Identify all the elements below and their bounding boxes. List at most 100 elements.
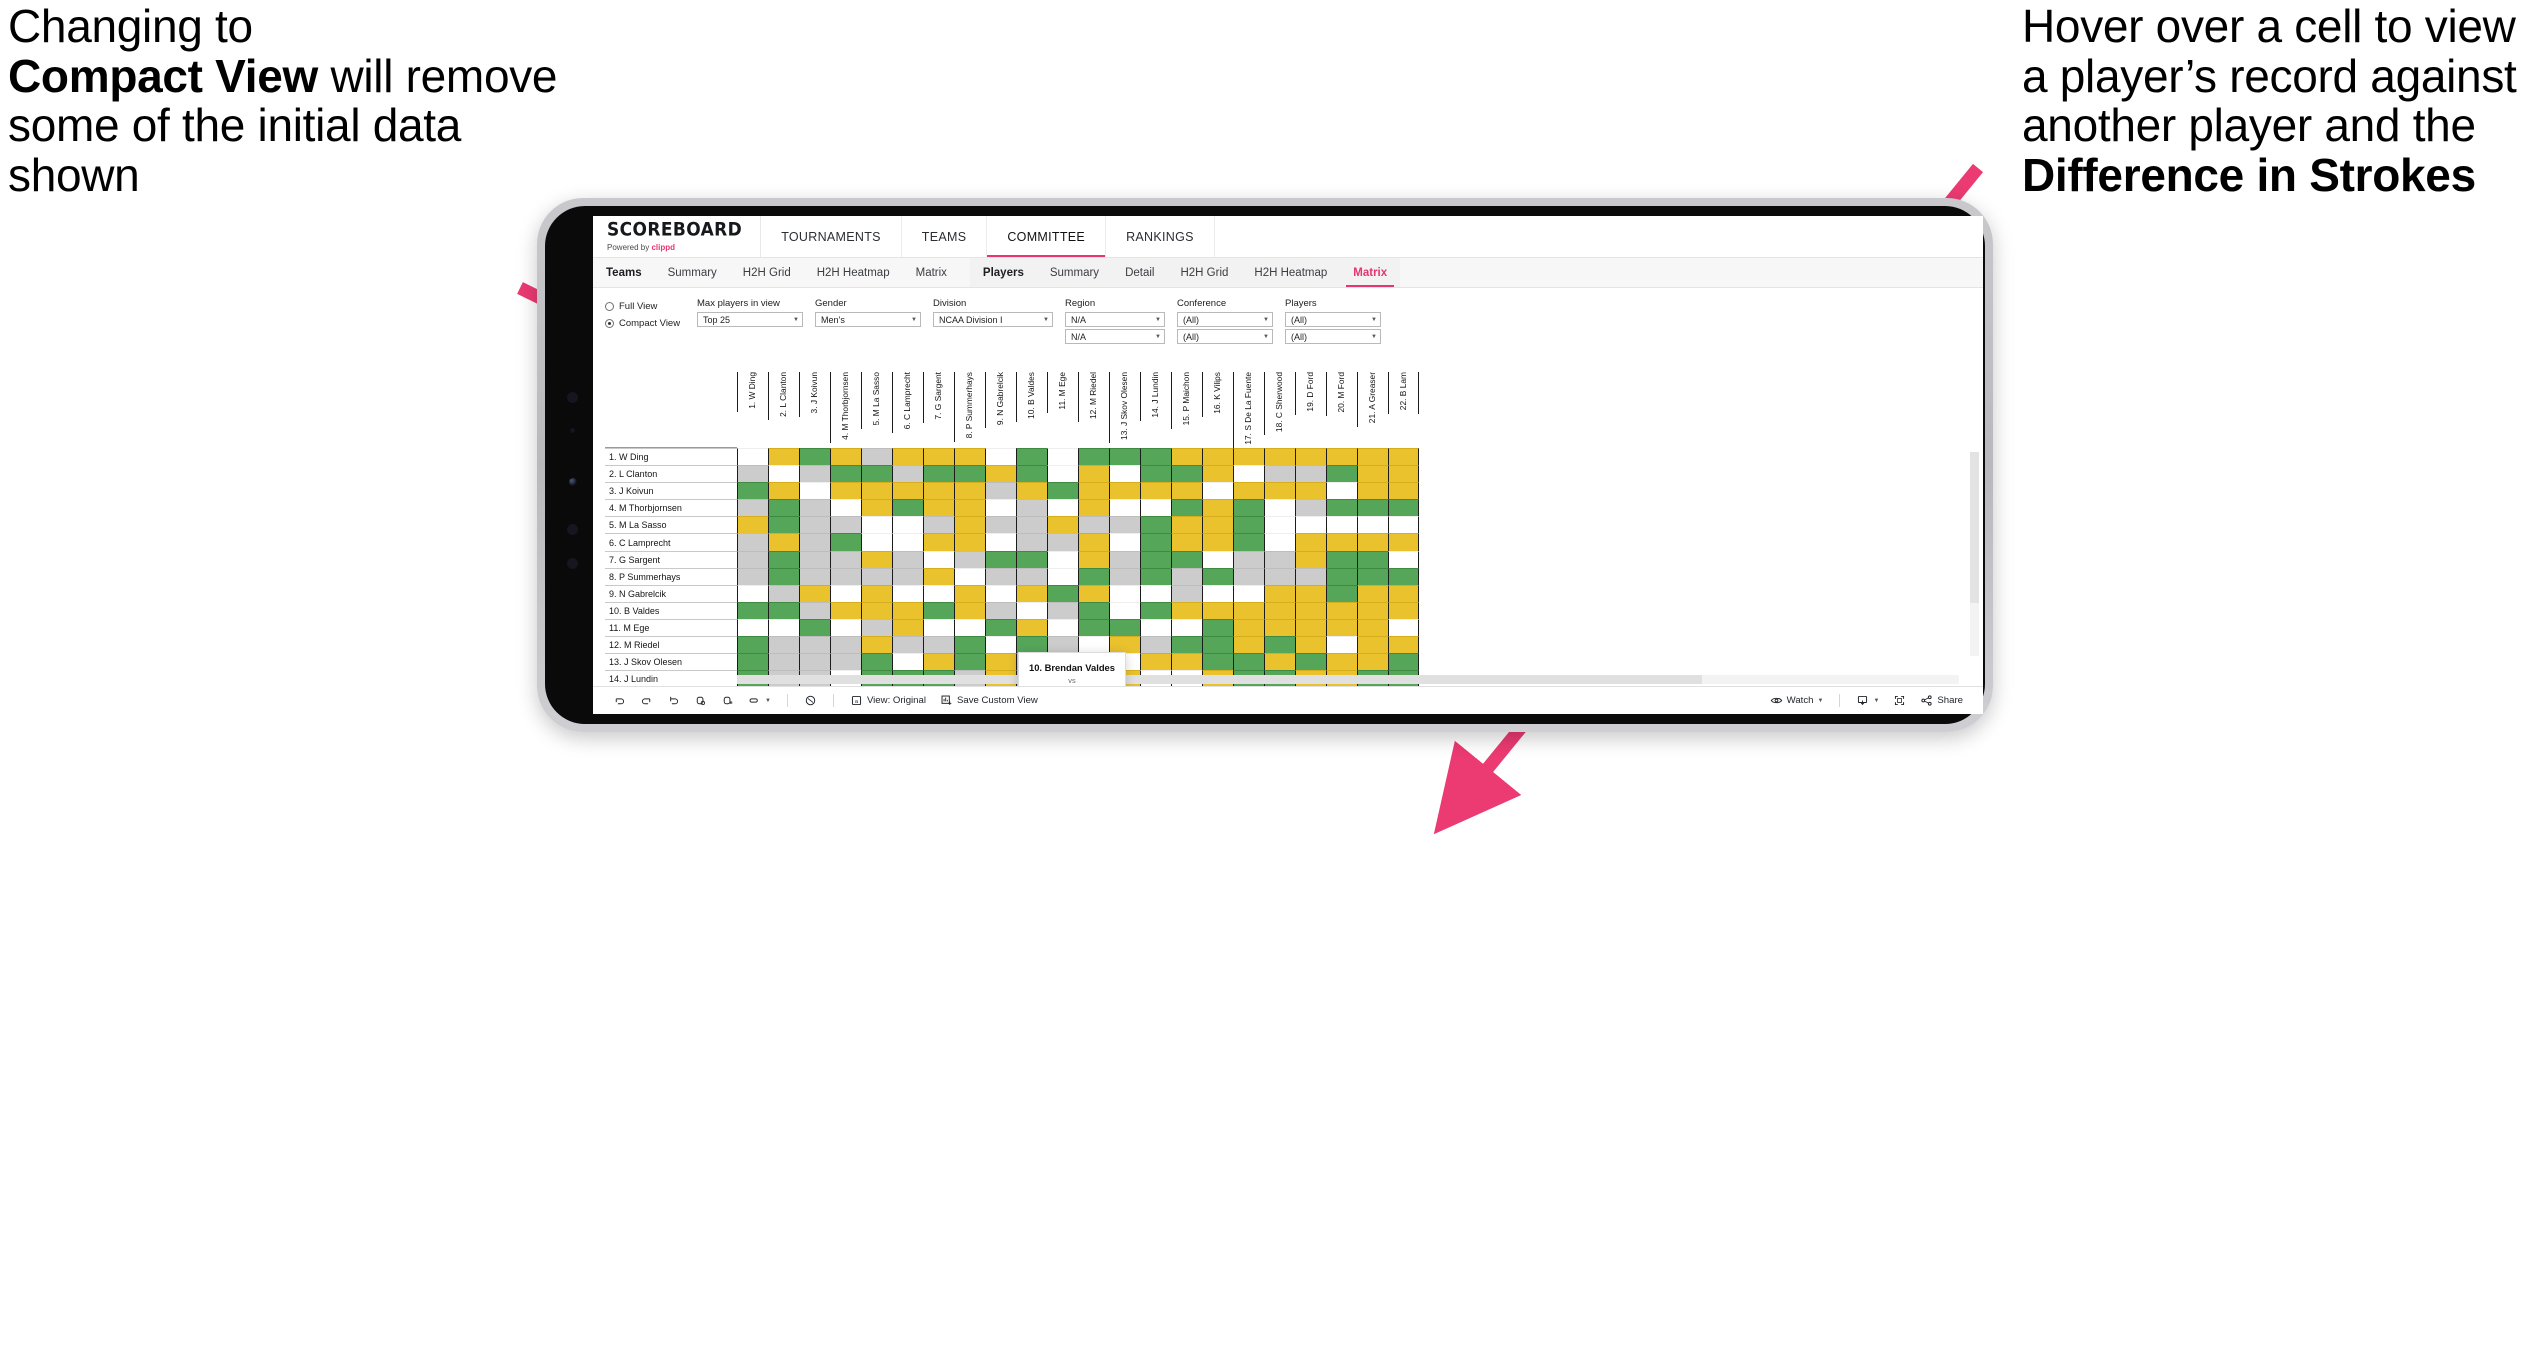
matrix-cell[interactable] [1264,465,1295,483]
matrix-cell[interactable] [1233,465,1264,483]
matrix-cell[interactable] [892,533,923,551]
matrix-cell[interactable] [768,618,799,637]
matrix-cell[interactable] [1171,653,1202,671]
matrix-cell[interactable] [1264,482,1295,500]
matrix-cell[interactable] [1016,482,1047,500]
matrix-cell[interactable] [1109,465,1140,483]
matrix-cell[interactable] [892,653,923,671]
matrix-cell[interactable] [1295,618,1326,637]
matrix-cell[interactable] [830,584,861,602]
matrix-cell[interactable] [1295,448,1326,466]
matrix-cell[interactable] [1326,516,1357,534]
matrix-cell[interactable] [830,636,861,654]
matrix-cell[interactable] [1326,533,1357,551]
matrix-cell[interactable] [1388,584,1419,602]
matrix-cell[interactable] [1326,465,1357,483]
brand-logo[interactable]: SCOREBOARD Powered by clippd [593,216,762,257]
matrix-cell[interactable] [1171,584,1202,602]
matrix-cell[interactable] [985,584,1016,602]
matrix-cell[interactable] [1140,482,1171,500]
filter-region-select-1[interactable]: N/A ▼ [1065,312,1165,327]
help-button[interactable] [798,691,823,711]
matrix-cell[interactable] [923,618,954,637]
matrix-cell[interactable] [768,636,799,654]
matrix-cell[interactable] [1264,601,1295,619]
matrix-cell[interactable] [737,601,768,619]
matrix-cell[interactable] [768,533,799,551]
matrix-cell[interactable] [1357,567,1388,585]
matrix-cell[interactable] [737,499,768,517]
matrix-cell[interactable] [1047,550,1078,568]
matrix-cell[interactable] [1140,618,1171,637]
matrix-cell[interactable] [923,636,954,654]
matrix-cell[interactable] [892,618,923,637]
matrix-cell[interactable] [1357,618,1388,637]
matrix-cell[interactable] [1047,533,1078,551]
matrix-cell[interactable] [1295,482,1326,500]
matrix-cell[interactable] [1016,533,1047,551]
matrix-cell[interactable] [1047,618,1078,637]
matrix-cell[interactable] [1047,567,1078,585]
matrix-cell[interactable] [1357,465,1388,483]
matrix-viewport[interactable]: 1. W Ding 2. L Clanton 3. J Koivun 4. M Tho… [593,352,1983,686]
matrix-cell[interactable] [954,550,985,568]
matrix-cell[interactable] [1078,601,1109,619]
matrix-cell[interactable] [1388,550,1419,568]
matrix-cell[interactable] [985,516,1016,534]
matrix-cell[interactable] [737,567,768,585]
radio-compact-view[interactable]: Compact View [605,316,697,330]
matrix-cell[interactable] [1264,584,1295,602]
matrix-cell[interactable] [1140,653,1171,671]
undo-button[interactable] [607,691,632,711]
matrix-cell[interactable] [1388,636,1419,654]
matrix-cell[interactable] [830,567,861,585]
matrix-cell[interactable] [892,465,923,483]
filter-players-select-2[interactable]: (All) ▼ [1285,329,1381,344]
matrix-cell[interactable] [1295,516,1326,534]
subnav-players-matrix[interactable]: Matrix [1340,258,1400,287]
matrix-cell[interactable] [985,465,1016,483]
matrix-cell[interactable] [954,482,985,500]
matrix-cell[interactable] [799,550,830,568]
filter-max-players-select[interactable]: Top 25 ▼ [697,312,803,327]
matrix-cell[interactable] [1264,448,1295,466]
matrix-cell[interactable] [1233,516,1264,534]
matrix-cell[interactable] [923,653,954,671]
matrix-cell[interactable] [1357,550,1388,568]
pause-button[interactable] [715,691,740,711]
matrix-cell[interactable] [799,516,830,534]
matrix-cell[interactable] [985,636,1016,654]
matrix-cell[interactable] [1233,448,1264,466]
matrix-cell[interactable] [923,550,954,568]
matrix-cell[interactable] [1264,653,1295,671]
matrix-cell[interactable] [768,516,799,534]
matrix-cell[interactable] [737,550,768,568]
matrix-cell[interactable] [1202,584,1233,602]
matrix-cell[interactable] [1016,618,1047,637]
matrix-cell[interactable] [861,618,892,637]
matrix-cell[interactable] [861,584,892,602]
matrix-cell[interactable] [1202,533,1233,551]
matrix-cell[interactable] [1016,516,1047,534]
matrix-cell[interactable] [1047,601,1078,619]
matrix-cell[interactable] [1326,550,1357,568]
filter-conference-select-1[interactable]: (All) ▼ [1177,312,1273,327]
filter-gender-select[interactable]: Men’s ▼ [815,312,921,327]
matrix-cell[interactable] [892,601,923,619]
matrix-cell[interactable] [1016,550,1047,568]
matrix-cell[interactable] [1233,636,1264,654]
matrix-cell[interactable] [1078,465,1109,483]
matrix-cell[interactable] [1140,584,1171,602]
matrix-cell[interactable] [1233,601,1264,619]
matrix-cell[interactable] [1171,516,1202,534]
matrix-cell[interactable] [1388,601,1419,619]
matrix-cell[interactable] [1171,618,1202,637]
matrix-cell[interactable] [1109,482,1140,500]
matrix-cell[interactable] [1016,636,1047,654]
matrix-cell[interactable] [954,584,985,602]
filter-players-select-1[interactable]: (All) ▼ [1285,312,1381,327]
matrix-cell[interactable] [1202,448,1233,466]
matrix-cell[interactable] [1388,482,1419,500]
view-original-button[interactable]: a View: Original [844,691,932,711]
matrix-cell[interactable] [1078,567,1109,585]
